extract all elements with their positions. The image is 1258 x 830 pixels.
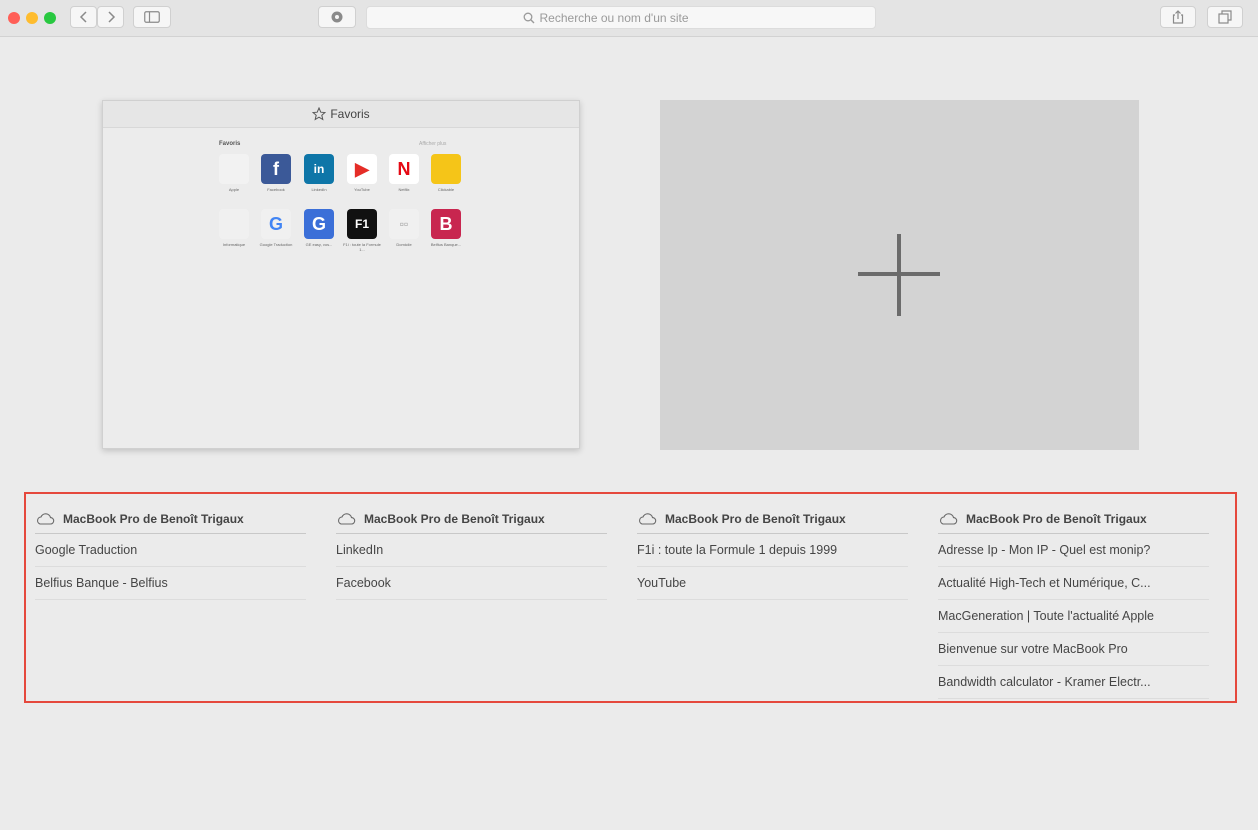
zoom-window-button[interactable] bbox=[44, 12, 56, 24]
share-icon bbox=[1172, 10, 1184, 24]
favorite-tile-label: F1i : toute la Formule 1... bbox=[343, 242, 381, 252]
favorite-tile-label: GE easy, vos... bbox=[305, 242, 333, 247]
close-window-button[interactable] bbox=[8, 12, 20, 24]
favorite-tile[interactable]: ▫▫ bbox=[389, 209, 419, 239]
icloud-tab-link[interactable]: Google Traduction bbox=[35, 534, 306, 567]
icloud-device-column: MacBook Pro de Benoît Trigaux F1i : toute… bbox=[637, 504, 908, 600]
favorite-tile-label: Domicile bbox=[396, 242, 412, 247]
icloud-tab-link[interactable]: Bandwidth calculator - Kramer Electr... bbox=[938, 666, 1209, 699]
star-icon bbox=[312, 107, 327, 121]
icloud-device-column: MacBook Pro de Benoît Trigaux Google Trad… bbox=[35, 504, 306, 600]
forward-button[interactable] bbox=[97, 6, 124, 28]
favorite-tile-label: YouTube bbox=[354, 187, 370, 192]
favorite-tile[interactable]: F1 bbox=[347, 209, 377, 239]
address-bar[interactable] bbox=[366, 6, 876, 29]
icloud-tab-link[interactable]: F1i : toute la Formule 1 depuis 1999 bbox=[637, 534, 908, 567]
favorite-tile-label: Facebook bbox=[267, 187, 285, 192]
favorite-tile[interactable]: G bbox=[261, 209, 291, 239]
favorite-tile[interactable] bbox=[431, 154, 461, 184]
favorite-tile[interactable]: ▶ bbox=[347, 154, 377, 184]
icloud-device-name: MacBook Pro de Benoît Trigaux bbox=[364, 511, 545, 526]
icloud-device-header: MacBook Pro de Benoît Trigaux bbox=[35, 504, 306, 534]
icloud-tab-link[interactable]: Actualité High-Tech et Numérique, C... bbox=[938, 567, 1209, 600]
icloud-device-column: MacBook Pro de Benoît Trigaux LinkedIn Fac… bbox=[336, 504, 607, 600]
favorites-tab-title: Favoris bbox=[330, 107, 370, 121]
icloud-device-header: MacBook Pro de Benoît Trigaux bbox=[938, 504, 1209, 534]
favorite-tile-label: Google Traduction bbox=[259, 242, 293, 247]
cloud-icon bbox=[940, 512, 958, 525]
icloud-device-name: MacBook Pro de Benoît Trigaux bbox=[63, 511, 244, 526]
favorite-tile[interactable]: B bbox=[431, 209, 461, 239]
favorite-tile-label: Informatique bbox=[222, 242, 246, 247]
favorite-tile[interactable]: N bbox=[389, 154, 419, 184]
cloud-icon bbox=[639, 512, 657, 525]
icloud-tabs-section: MacBook Pro de Benoît Trigaux Google Trad… bbox=[24, 492, 1237, 703]
favorite-tile[interactable]: f bbox=[261, 154, 291, 184]
icloud-device-name: MacBook Pro de Benoît Trigaux bbox=[665, 511, 846, 526]
sidebar-icon bbox=[144, 11, 160, 23]
icloud-tab-link[interactable]: MacGeneration | Toute l'actualité Apple bbox=[938, 600, 1209, 633]
favorite-tile-label: Belfius Banque... bbox=[430, 242, 462, 247]
icloud-device-column: MacBook Pro de Benoît Trigaux Adresse Ip … bbox=[938, 504, 1209, 699]
minimize-window-button[interactable] bbox=[26, 12, 38, 24]
icloud-tab-link[interactable]: LinkedIn bbox=[336, 534, 607, 567]
favorite-tile[interactable] bbox=[219, 154, 249, 184]
chevron-right-icon bbox=[107, 11, 115, 23]
icloud-tab-link[interactable]: Facebook bbox=[336, 567, 607, 600]
favorites-tab-thumbnail[interactable]: Favoris Favoris Afficher plus Apple f Face… bbox=[102, 100, 580, 449]
icloud-device-header: MacBook Pro de Benoît Trigaux bbox=[637, 504, 908, 534]
favorite-tile-label: Apple bbox=[228, 187, 240, 192]
favorites-inner-title: Favoris bbox=[219, 141, 241, 147]
favorite-tile[interactable]: in bbox=[304, 154, 334, 184]
browser-toolbar bbox=[0, 0, 1258, 37]
cloud-icon bbox=[338, 512, 356, 525]
tab-overview-icon bbox=[1218, 10, 1232, 24]
back-button[interactable] bbox=[70, 6, 97, 28]
privacy-report-button[interactable] bbox=[318, 6, 356, 28]
favorite-tile-label: LinkedIn bbox=[311, 187, 327, 192]
icloud-device-header: MacBook Pro de Benoît Trigaux bbox=[336, 504, 607, 534]
search-input[interactable] bbox=[539, 10, 720, 25]
favorite-tile-label: Clickable bbox=[437, 187, 455, 192]
share-button[interactable] bbox=[1160, 6, 1196, 28]
icloud-device-name: MacBook Pro de Benoît Trigaux bbox=[966, 511, 1147, 526]
favorites-tab-header: Favoris bbox=[103, 101, 579, 128]
favorite-tile[interactable] bbox=[219, 209, 249, 239]
icloud-tab-link[interactable]: YouTube bbox=[637, 567, 908, 600]
favorite-tile[interactable]: G bbox=[304, 209, 334, 239]
chevron-left-icon bbox=[79, 11, 87, 23]
favorites-show-more: Afficher plus bbox=[419, 141, 447, 147]
new-tab-tile[interactable] bbox=[660, 100, 1139, 450]
icloud-tab-link[interactable]: Belfius Banque - Belfius bbox=[35, 567, 306, 600]
search-icon bbox=[523, 12, 534, 23]
sidebar-button[interactable] bbox=[133, 6, 171, 28]
cloud-icon bbox=[37, 512, 55, 525]
tab-overview-button[interactable] bbox=[1207, 6, 1243, 28]
icloud-tab-link[interactable]: Adresse Ip - Mon IP - Quel est monip? bbox=[938, 534, 1209, 567]
favorite-tile-label: Netflix bbox=[398, 187, 410, 192]
privacy-shield-icon bbox=[331, 11, 343, 23]
icloud-tab-link[interactable]: Bienvenue sur votre MacBook Pro bbox=[938, 633, 1209, 666]
